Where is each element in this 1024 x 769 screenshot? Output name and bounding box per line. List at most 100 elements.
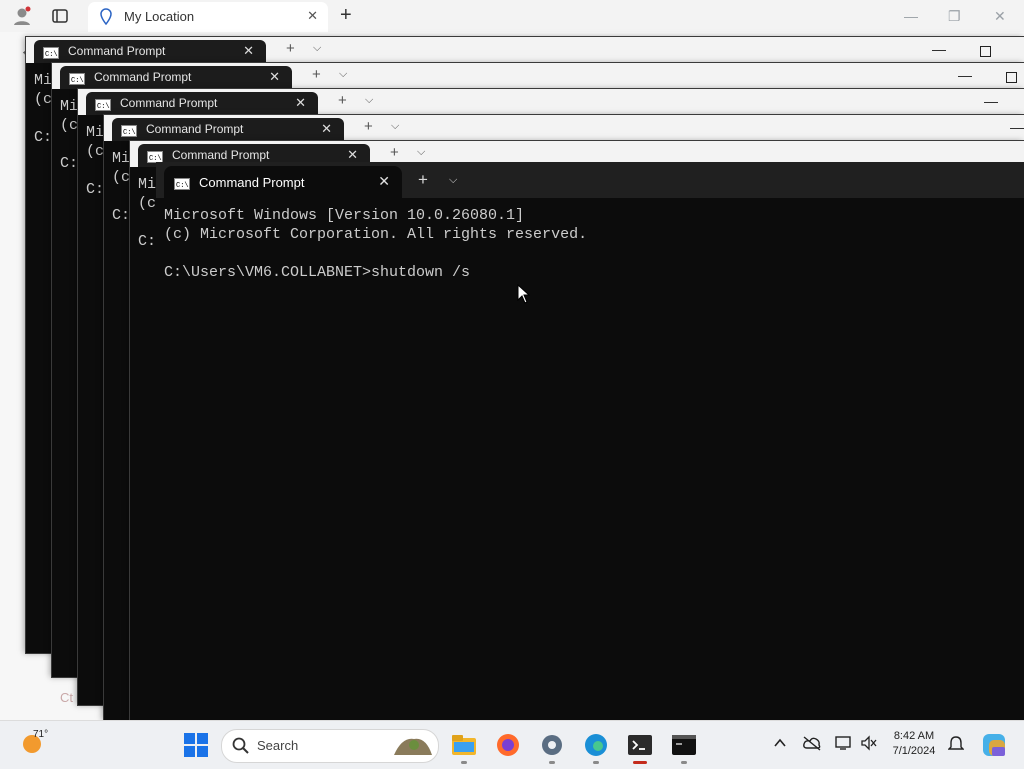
vertical-tabs-icon[interactable] <box>52 8 68 29</box>
terminal-icon-2[interactable] <box>671 732 697 758</box>
terminal-tab-label: Command Prompt <box>172 148 270 162</box>
close-tab-icon[interactable]: ✕ <box>321 121 332 137</box>
copyright-line: (c) Microsoft Corporation. All rights re… <box>164 226 588 243</box>
output-line: (c <box>34 91 53 108</box>
chevron-down-icon[interactable]: ⌵ <box>391 120 399 133</box>
volume-off-icon[interactable] <box>860 735 878 756</box>
terminal-icon[interactable] <box>627 732 653 758</box>
terminal-tab[interactable]: C:\ Command Prompt ✕ <box>86 92 318 115</box>
copilot-icon[interactable] <box>981 732 1007 763</box>
close-tab-icon[interactable]: ✕ <box>243 43 254 59</box>
minimize-icon[interactable]: — <box>1010 119 1024 135</box>
page-partial-text: Ct <box>60 690 73 705</box>
output-line: Mi <box>60 98 79 115</box>
maximize-icon[interactable] <box>980 46 991 57</box>
running-indicator <box>549 761 555 764</box>
minimize-icon[interactable]: — <box>984 93 998 109</box>
close-icon[interactable]: ✕ <box>994 8 1006 25</box>
terminal-tab-active[interactable]: C:\ Command Prompt ✕ <box>164 166 402 198</box>
taskbar: 71° Search 8:42 AM 7/1/2024 <box>0 720 1024 769</box>
terminal-tab-label: Command Prompt <box>68 44 166 58</box>
settings-icon[interactable] <box>539 732 565 758</box>
running-indicator <box>593 761 599 764</box>
running-indicator <box>681 761 687 764</box>
terminal-title-bar: C:\ Command Prompt ✕ + ⌵ <box>156 162 1024 198</box>
search-input[interactable]: Search <box>221 729 439 763</box>
terminal-output[interactable]: Microsoft Windows [Version 10.0.26080.1]… <box>164 206 587 282</box>
output-line: Mi <box>138 176 157 193</box>
command-prompt-line[interactable]: C:\Users\VM6.COLLABNET>shutdown /s <box>164 264 470 281</box>
output-line: C: <box>138 233 157 250</box>
terminal-tab[interactable]: C:\ Command Prompt ✕ <box>112 118 344 141</box>
search-icon <box>232 737 250 760</box>
edge-icon[interactable] <box>583 732 609 758</box>
notification-bell-icon[interactable] <box>947 735 965 758</box>
cloud-offline-icon[interactable] <box>802 735 822 756</box>
clock[interactable]: 8:42 AM 7/1/2024 <box>888 729 940 759</box>
version-line: Microsoft Windows [Version 10.0.26080.1] <box>164 207 525 224</box>
restore-icon[interactable]: ❐ <box>948 8 961 25</box>
terminal-tab[interactable]: C:\ Command Prompt ✕ <box>34 40 266 63</box>
file-explorer-icon[interactable] <box>451 732 477 758</box>
new-tab-icon[interactable]: + <box>390 144 399 161</box>
new-tab-icon[interactable]: + <box>286 40 295 57</box>
mouse-cursor-icon <box>517 283 531 309</box>
minimize-icon[interactable]: — <box>932 41 946 57</box>
chevron-down-icon[interactable]: ⌵ <box>339 68 347 81</box>
terminal-tab-label: Command Prompt <box>94 70 192 84</box>
cmd-icon: C:\ <box>95 98 111 116</box>
terminal-title-bar: C:\ Command Prompt ✕ + ⌵ — <box>52 63 1024 89</box>
close-tab-icon[interactable]: ✕ <box>347 147 358 163</box>
minimize-icon[interactable]: — <box>904 8 918 24</box>
terminal-tab-label: Command Prompt <box>120 96 218 110</box>
terminal-title-bar: C:\ Command Prompt ✕ + ⌵ — <box>26 37 1024 63</box>
terminal-output: Mi (c C: <box>34 71 52 147</box>
firefox-icon[interactable] <box>495 732 521 758</box>
cmd-icon: C:\ <box>69 72 85 90</box>
output-line: C: <box>86 181 105 198</box>
temperature: 71° <box>33 729 49 740</box>
new-tab-icon[interactable]: + <box>340 4 352 27</box>
terminal-tab-label: Command Prompt <box>146 122 244 136</box>
browser-title-bar: My Location ✕ + — ❐ ✕ <box>0 0 1024 32</box>
chevron-up-icon[interactable] <box>773 736 787 755</box>
terminal-output: Mi (c C: <box>60 97 78 173</box>
terminal-title-bar: C:\ Command Prompt ✕ + ⌵ — <box>104 115 1024 141</box>
close-tab-icon[interactable]: ✕ <box>269 69 280 85</box>
tab-my-location[interactable]: My Location ✕ <box>88 2 328 32</box>
start-icon[interactable] <box>183 732 209 758</box>
cmd-icon: C:\ <box>174 177 190 195</box>
close-tab-icon[interactable]: ✕ <box>307 8 318 24</box>
active-indicator <box>633 761 647 764</box>
new-tab-icon[interactable]: + <box>364 118 373 135</box>
terminal-tab[interactable]: C:\ Command Prompt ✕ <box>60 66 292 89</box>
svg-text:C:\: C:\ <box>45 51 58 59</box>
search-placeholder: Search <box>257 738 299 753</box>
terminal-output: Mi (c C: <box>138 175 156 251</box>
chevron-down-icon[interactable]: ⌵ <box>417 146 425 159</box>
search-highlight-icon <box>392 733 434 764</box>
output-line: Mi <box>112 150 131 167</box>
maximize-icon[interactable] <box>1006 72 1017 83</box>
running-indicator <box>461 761 467 764</box>
minimize-icon[interactable]: — <box>958 67 972 83</box>
chevron-down-icon[interactable]: ⌵ <box>449 174 457 187</box>
new-tab-icon[interactable]: + <box>338 92 347 109</box>
output-line: (c <box>138 195 157 212</box>
chevron-down-icon[interactable]: ⌵ <box>365 94 373 107</box>
tab-title: My Location <box>124 9 195 24</box>
svg-text:C:\: C:\ <box>176 182 189 190</box>
output-line: Mi <box>86 124 105 141</box>
new-tab-icon[interactable]: + <box>312 66 321 83</box>
new-tab-icon[interactable]: + <box>418 170 428 190</box>
profile-icon[interactable] <box>12 6 32 31</box>
chevron-down-icon[interactable]: ⌵ <box>313 42 321 55</box>
close-tab-icon[interactable]: ✕ <box>295 95 306 111</box>
cmd-icon: C:\ <box>121 124 137 142</box>
close-tab-icon[interactable]: ✕ <box>378 173 390 190</box>
output-line: (c <box>60 117 79 134</box>
output-line: (c <box>86 143 105 160</box>
terminal-window-active[interactable]: C:\ Command Prompt ✕ + ⌵ Microsoft Windo… <box>156 162 1024 720</box>
terminal-output: Mi (c C: <box>112 149 130 225</box>
display-icon[interactable] <box>835 735 853 756</box>
